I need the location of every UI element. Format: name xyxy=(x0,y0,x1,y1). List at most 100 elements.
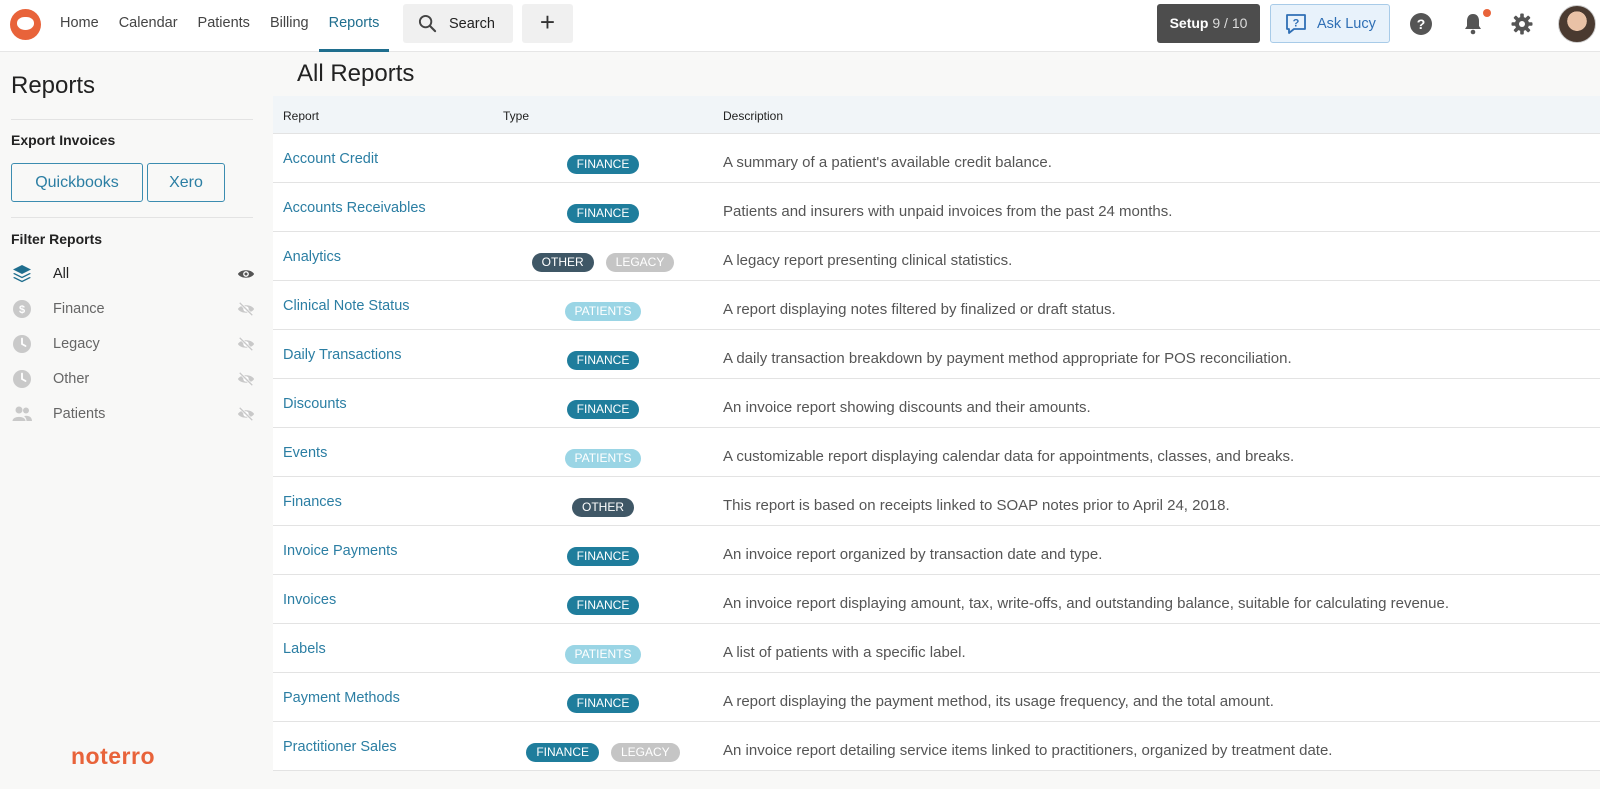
report-name-link[interactable]: Events xyxy=(283,445,327,461)
report-description: An invoice report displaying amount, tax… xyxy=(723,595,1449,612)
filter-label: Patients xyxy=(53,406,106,422)
setup-button[interactable]: Setup 9 / 10 xyxy=(1157,4,1260,43)
divider xyxy=(11,119,253,120)
xero-export-button[interactable]: Xero xyxy=(147,163,225,202)
table-row[interactable]: Practitioner Sales FINANCE LEGACY An invoic… xyxy=(273,722,1600,771)
filter-label: All xyxy=(53,266,70,282)
table-row[interactable]: Account Credit FINANCE A summary of a pati… xyxy=(273,134,1600,183)
filter-heading: Filter Reports xyxy=(11,231,103,247)
bell-icon[interactable] xyxy=(1461,12,1485,36)
report-description: This report is based on receipts linked … xyxy=(723,497,1230,514)
table-row[interactable]: Labels PATIENTS A list of patients with a … xyxy=(273,624,1600,673)
nav-item-home[interactable]: Home xyxy=(50,0,109,52)
report-name-link[interactable]: Clinical Note Status xyxy=(283,298,410,314)
notification-dot xyxy=(1483,9,1491,17)
divider xyxy=(11,217,253,218)
brand-logo: noterro xyxy=(71,743,155,769)
report-name-link[interactable]: Practitioner Sales xyxy=(283,739,397,755)
report-type-cell: FINANCE xyxy=(503,694,703,713)
report-name-link[interactable]: Analytics xyxy=(283,249,341,265)
eye-slash-icon[interactable] xyxy=(237,405,255,423)
filter-patients[interactable]: Patients xyxy=(11,399,255,429)
nav-item-reports[interactable]: Reports xyxy=(318,0,390,52)
report-name-link[interactable]: Discounts xyxy=(283,396,347,412)
filter-legacy[interactable]: Legacy xyxy=(11,329,255,359)
report-name-link[interactable]: Labels xyxy=(283,641,326,657)
clock-icon xyxy=(13,370,31,388)
search-button[interactable]: Search xyxy=(403,4,513,43)
report-name-link[interactable]: Finances xyxy=(283,494,342,510)
table-row[interactable]: Accounts Receivables FINANCE Patients and … xyxy=(273,183,1600,232)
table-row[interactable]: Invoice Payments FINANCE An invoice report… xyxy=(273,526,1600,575)
filter-label: Other xyxy=(53,371,90,387)
eye-icon[interactable] xyxy=(237,265,255,283)
gear-icon[interactable] xyxy=(1510,12,1534,36)
page-title: All Reports xyxy=(297,60,415,87)
report-type-cell: FINANCE xyxy=(503,547,703,566)
table-header: Report Type Description xyxy=(273,96,1600,134)
report-description: Patients and insurers with unpaid invoic… xyxy=(723,203,1173,220)
add-button[interactable]: + xyxy=(522,4,573,43)
type-badge: FINANCE xyxy=(566,204,640,223)
type-badge: OTHER xyxy=(531,253,594,272)
type-badge: LEGACY xyxy=(605,253,675,272)
column-header-report: Report xyxy=(283,109,320,123)
report-description: A customizable report displaying calenda… xyxy=(723,448,1295,465)
table-row[interactable]: Analytics OTHER LEGACY A legacy report pres… xyxy=(273,232,1600,281)
table-row[interactable]: Finances OTHER This report is based on rec… xyxy=(273,477,1600,526)
sidebar: Reports Export Invoices Quickbooks Xero … xyxy=(0,52,268,789)
report-type-cell: FINANCE xyxy=(503,400,703,419)
type-badge: LEGACY xyxy=(610,743,680,762)
column-header-description: Description xyxy=(723,109,784,123)
nav-item-calendar[interactable]: Calendar xyxy=(109,0,188,52)
type-badge: FINANCE xyxy=(566,547,640,566)
report-name-link[interactable]: Accounts Receivables xyxy=(283,200,426,216)
report-name-link[interactable]: Invoices xyxy=(283,592,336,608)
type-badge: FINANCE xyxy=(566,351,640,370)
type-badge: FINANCE xyxy=(526,743,599,762)
report-description: A report displaying the payment method, … xyxy=(723,693,1274,710)
user-avatar[interactable] xyxy=(1558,5,1596,43)
filter-all[interactable]: All xyxy=(11,259,255,289)
table-row[interactable]: Discounts FINANCE An invoice report showin… xyxy=(273,379,1600,428)
app-logo-icon[interactable] xyxy=(10,9,41,40)
eye-slash-icon[interactable] xyxy=(237,300,255,318)
ask-lucy-label: Ask Lucy xyxy=(1317,15,1376,32)
report-description: An invoice report organized by transacti… xyxy=(723,546,1103,563)
report-name-link[interactable]: Account Credit xyxy=(283,151,378,167)
quickbooks-export-button[interactable]: Quickbooks xyxy=(11,163,143,202)
report-description: An invoice report showing discounts and … xyxy=(723,399,1091,416)
table-row[interactable]: Invoices FINANCE An invoice report display… xyxy=(273,575,1600,624)
table-row[interactable]: Payment Methods FINANCE A report displayin… xyxy=(273,673,1600,722)
report-description: An invoice report detailing service item… xyxy=(723,742,1333,759)
type-badge: PATIENTS xyxy=(564,645,642,664)
nav-item-patients[interactable]: Patients xyxy=(188,0,260,52)
type-badge: PATIENTS xyxy=(564,302,642,321)
report-description: A list of patients with a specific label… xyxy=(723,644,966,661)
type-badge: FINANCE xyxy=(566,596,640,615)
layers-icon xyxy=(13,265,31,283)
nav-item-billing[interactable]: Billing xyxy=(260,0,319,52)
type-badge: PATIENTS xyxy=(564,449,642,468)
report-name-link[interactable]: Daily Transactions xyxy=(283,347,401,363)
report-name-link[interactable]: Payment Methods xyxy=(283,690,400,706)
main-content: All Reports Report Type Description Acco… xyxy=(268,52,1600,789)
filter-label: Legacy xyxy=(53,336,100,352)
filter-other[interactable]: Other xyxy=(11,364,255,394)
table-row[interactable]: Daily Transactions FINANCE A daily transac… xyxy=(273,330,1600,379)
ask-lucy-button[interactable]: ? Ask Lucy xyxy=(1270,4,1390,43)
report-name-link[interactable]: Invoice Payments xyxy=(283,543,397,559)
report-description: A summary of a patient's available credi… xyxy=(723,154,1052,171)
filter-finance[interactable]: $ Finance xyxy=(11,294,255,324)
type-badge: FINANCE xyxy=(566,694,640,713)
table-row[interactable]: Clinical Note Status PATIENTS A report dis… xyxy=(273,281,1600,330)
help-icon[interactable]: ? xyxy=(1410,13,1432,35)
report-type-cell: FINANCE xyxy=(503,351,703,370)
eye-slash-icon[interactable] xyxy=(237,370,255,388)
eye-slash-icon[interactable] xyxy=(237,335,255,353)
svg-text:$: $ xyxy=(19,304,25,316)
table-row[interactable]: Events PATIENTS A customizable report disp… xyxy=(273,428,1600,477)
top-navigation-bar: Home Calendar Patients Billing Reports S… xyxy=(0,0,1600,52)
main-nav: Home Calendar Patients Billing Reports xyxy=(50,0,390,52)
report-type-cell: PATIENTS xyxy=(503,449,703,468)
